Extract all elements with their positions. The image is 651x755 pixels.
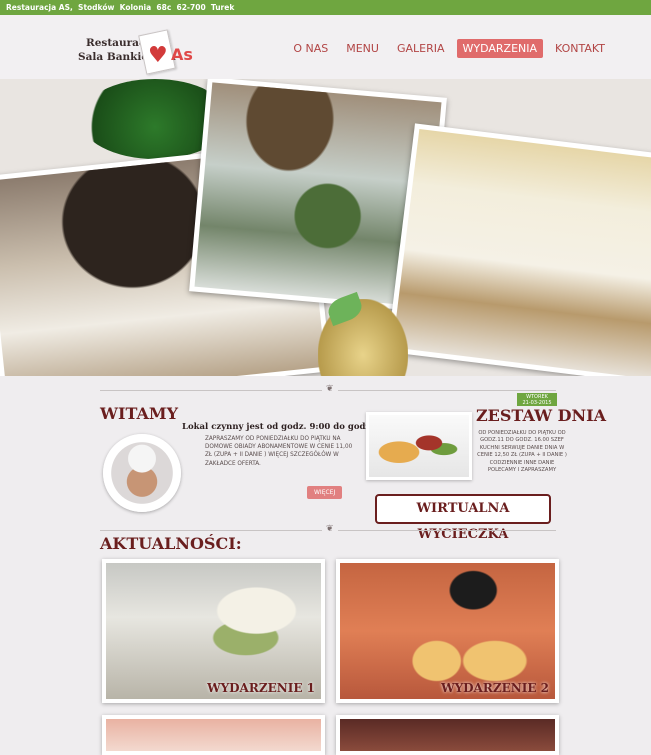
- main-content: ❦ WITAMY Lokal czynny jest od godz. 9:00…: [0, 376, 651, 755]
- ornament-icon: ❦: [322, 384, 338, 394]
- address-bar: Restauracja AS, Stodków Kolonia 68c 62-7…: [0, 0, 651, 15]
- news-title: AKTUALNOŚCI:: [100, 534, 242, 553]
- zestaw-dnia-text: OD PONIEDZIAŁKU DO PIĄTKU OD GODZ.11 DO …: [477, 430, 567, 474]
- virtual-tour-button[interactable]: WIRTUALNA WYCIECZKA: [375, 494, 551, 542]
- witamy-text: ZAPRASZAMY OD PONIEDZIAŁKU DO PIĄTKU NA …: [205, 436, 353, 467]
- witamy-title: WITAMY: [100, 404, 179, 423]
- nav-menu[interactable]: MENU: [340, 39, 385, 58]
- nav-galeria[interactable]: GALERIA: [391, 39, 451, 58]
- logo-brand: As: [171, 45, 193, 64]
- dish-photo: [366, 412, 472, 480]
- divider-top: ❦: [100, 384, 556, 394]
- ornament-icon: ❦: [322, 524, 338, 534]
- hero-collage: [0, 79, 651, 376]
- more-button[interactable]: WIĘCEJ: [307, 486, 343, 499]
- chef-avatar: [103, 434, 181, 512]
- nav-o-nas[interactable]: O NAS: [287, 39, 334, 58]
- divider-middle: ❦: [100, 524, 556, 534]
- date-badge: WTOREK 21-03-2015: [517, 393, 557, 406]
- nav-kontakt[interactable]: KONTAKT: [549, 39, 611, 58]
- header: Restauracja Sala Bankietowa ♥ As O NAS M…: [0, 15, 651, 79]
- news-card-label: WYDARZENIE 1: [207, 681, 315, 695]
- heart-icon: ♥: [148, 43, 168, 68]
- news-card-2[interactable]: WYDARZENIE 2: [336, 559, 559, 703]
- main-nav: O NAS MENU GALERIA WYDARZENIA KONTAKT: [287, 39, 611, 58]
- news-card-4[interactable]: [336, 715, 559, 755]
- news-card-3[interactable]: [102, 715, 325, 755]
- zestaw-dnia-title: ZESTAW DNIA: [476, 406, 607, 425]
- news-card-1[interactable]: WYDARZENIE 1: [102, 559, 325, 703]
- nav-wydarzenia[interactable]: WYDARZENIA: [456, 39, 544, 58]
- news-card-label: WYDARZENIE 2: [441, 681, 549, 695]
- hero-photo-banquet-hall: [386, 123, 651, 376]
